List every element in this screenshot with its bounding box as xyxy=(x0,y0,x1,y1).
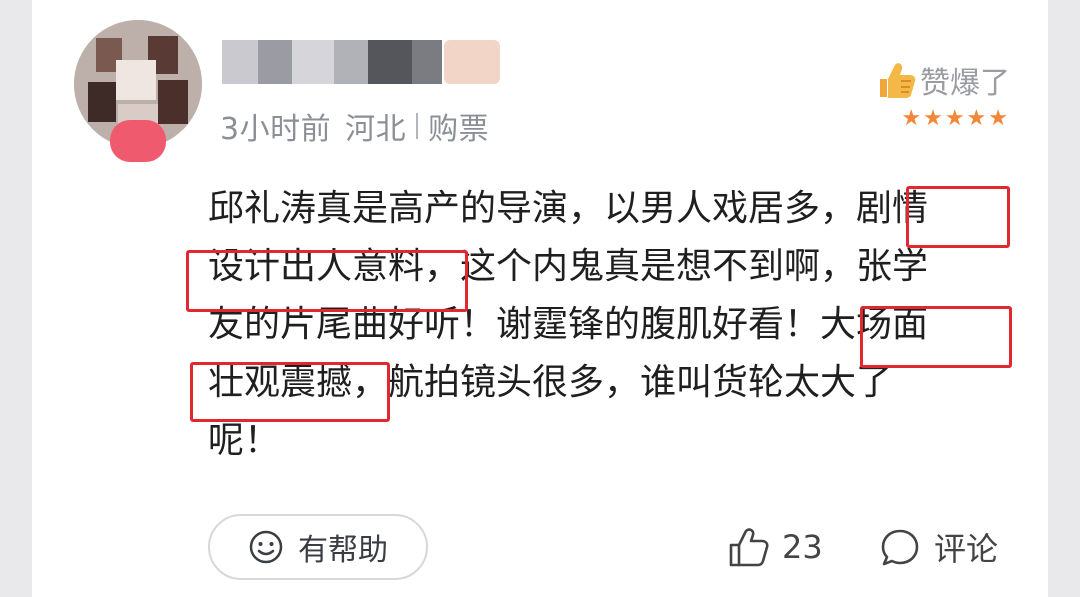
comment-button[interactable]: 评论 xyxy=(878,522,998,572)
purchase-tag: 购票 xyxy=(428,112,490,147)
review-line: 邱礼涛真是高产的导演，以男人戏居多，剧情 xyxy=(208,188,929,229)
avatar-badge xyxy=(110,120,166,162)
helpful-button[interactable]: 有帮助 xyxy=(208,514,428,580)
review-line: 友的片尾曲好听！谢霆锋的腹肌好看！大场面 xyxy=(208,304,929,345)
meta-divider xyxy=(416,113,419,139)
review-line: 壮观震撼，航拍镜头很多，谁叫货轮太大了 xyxy=(208,362,893,403)
like-count: 23 xyxy=(782,528,823,566)
thumbs-up-outline-icon xyxy=(729,528,769,567)
time-ago: 3小时前 xyxy=(220,112,332,147)
star-rating: ★★★★★ xyxy=(901,106,1010,131)
review-text: 邱礼涛真是高产的导演，以男人戏居多，剧情 设计出人意料，这个内鬼真是想不到啊，张… xyxy=(208,180,1028,470)
comment-label: 评论 xyxy=(934,530,999,568)
review-line: 设计出人意料，这个内鬼真是想不到啊，张学 xyxy=(208,246,929,287)
helpful-label: 有帮助 xyxy=(298,533,388,568)
review-card: 3小时前 河北 购票 赞爆了 ★★★★★ 邱礼涛真是高产的导演，以男人戏居多，剧… xyxy=(32,0,1048,597)
thumbs-up-icon xyxy=(880,63,916,98)
review-meta: 3小时前 河北 购票 xyxy=(220,104,489,148)
like-button[interactable]: 23 xyxy=(726,522,823,572)
comment-bubble-icon xyxy=(881,529,919,566)
rating: 赞爆了 ★★★★★ xyxy=(876,58,1010,131)
username-redacted[interactable] xyxy=(222,40,502,84)
review-line: 呢！ xyxy=(208,420,281,461)
rating-label: 赞爆了 xyxy=(920,66,1010,101)
location: 河北 xyxy=(345,112,407,147)
smile-icon xyxy=(249,530,283,564)
